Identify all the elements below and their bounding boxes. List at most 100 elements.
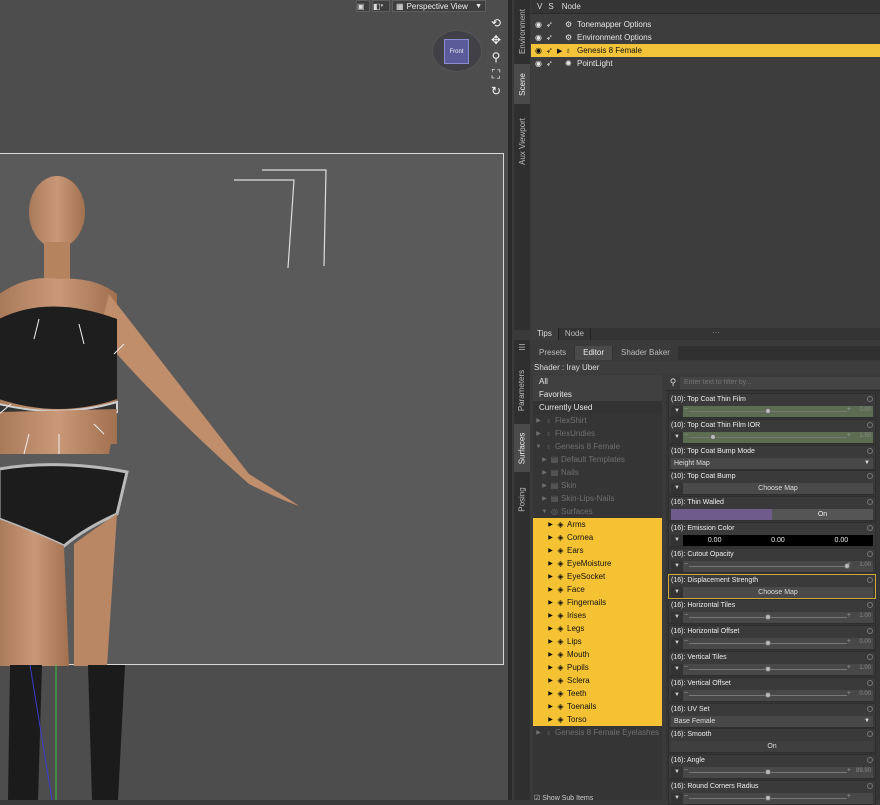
- decrement-icon[interactable]: −: [684, 793, 688, 800]
- tab-scene[interactable]: Scene: [514, 64, 530, 104]
- tree-item-genesis-8-female-eyelashes[interactable]: ▶ ♁ Genesis 8 Female Eyelashes: [533, 726, 662, 739]
- node-column[interactable]: Node: [554, 2, 581, 11]
- property-slider[interactable]: − +0.00: [683, 638, 873, 649]
- expand-arrow-icon[interactable]: ▶: [547, 612, 554, 619]
- tab-environment[interactable]: Environment: [514, 0, 530, 62]
- view-cube[interactable]: Front: [444, 39, 469, 64]
- slider-value[interactable]: 1.00: [859, 562, 871, 568]
- decrement-icon[interactable]: −: [684, 432, 688, 439]
- select-icon[interactable]: ➶: [546, 33, 557, 42]
- node-genesis-8-female[interactable]: ◉ ➶ ▶ ♁ Genesis 8 Female: [531, 44, 880, 57]
- property-select[interactable]: Base Female ▼: [671, 716, 873, 727]
- property-options-icon[interactable]: [867, 499, 873, 506]
- property-options-icon[interactable]: [867, 783, 873, 789]
- eye-icon[interactable]: ◉: [535, 59, 546, 68]
- 3d-viewport[interactable]: ▣ ◧ ▾ ▦ Perspective View ▼ Front ⟲ ✥ ⚲ ⛶ …: [0, 0, 512, 800]
- tree-item-flexshirt[interactable]: ▶ ♁ FlexShirt: [533, 414, 662, 427]
- tree-item-eyemoisture[interactable]: ▶ ◈ EyeMoisture: [533, 557, 662, 570]
- increment-icon[interactable]: +: [847, 690, 851, 697]
- map-menu-icon[interactable]: ▼: [671, 638, 683, 650]
- property-options-icon[interactable]: [867, 396, 873, 402]
- frame-icon[interactable]: ⛶: [488, 67, 504, 81]
- tree-item-ears[interactable]: ▶ ◈ Ears: [533, 544, 662, 557]
- slider-knob[interactable]: [765, 614, 771, 621]
- select-icon[interactable]: ➶: [546, 46, 557, 55]
- expand-arrow-icon[interactable]: ▶: [547, 677, 554, 684]
- decrement-icon[interactable]: −: [684, 690, 688, 697]
- eye-icon[interactable]: ◉: [535, 46, 546, 55]
- map-menu-icon[interactable]: ▼: [671, 689, 683, 701]
- expand-arrow-icon[interactable]: ▶: [547, 573, 554, 580]
- expand-arrow-icon[interactable]: ▶: [547, 651, 554, 658]
- color-swatch[interactable]: 0.00 0.00 0.00: [683, 535, 873, 546]
- tree-item-eyesocket[interactable]: ▶ ◈ EyeSocket: [533, 570, 662, 583]
- property-options-icon[interactable]: [867, 628, 873, 635]
- tree-item-toenails[interactable]: ▶ ◈ Toenails: [533, 700, 662, 713]
- tab-tips[interactable]: Tips: [531, 328, 559, 340]
- tree-item-genesis-8-female[interactable]: ▼ ♁ Genesis 8 Female: [533, 440, 662, 453]
- map-menu-icon[interactable]: ▼: [671, 483, 683, 495]
- color-channel-value[interactable]: 0.00: [683, 535, 746, 546]
- increment-icon[interactable]: +: [847, 561, 851, 568]
- map-menu-icon[interactable]: ▼: [671, 535, 683, 546]
- tree-item-nails[interactable]: ▶ ▤ Nails: [533, 466, 662, 479]
- tree-item-arms[interactable]: ▶ ◈ Arms: [533, 518, 662, 531]
- increment-icon[interactable]: +: [847, 406, 851, 413]
- tab-editor[interactable]: Editor: [575, 346, 613, 360]
- rotate-icon[interactable]: ⟲: [488, 16, 504, 30]
- slider-knob[interactable]: [765, 769, 771, 776]
- tree-item-irises[interactable]: ▶ ◈ Irises: [533, 609, 662, 622]
- toggle-switch[interactable]: On: [671, 509, 873, 521]
- property-options-icon[interactable]: [867, 654, 873, 660]
- property-options-icon[interactable]: [867, 679, 873, 686]
- slider-value[interactable]: 1.50: [859, 433, 871, 439]
- collapse-arrow-icon[interactable]: ▼: [535, 444, 542, 450]
- property-options-icon[interactable]: [867, 731, 873, 738]
- toggle-on-segment[interactable]: On: [772, 509, 873, 521]
- property-options-icon[interactable]: [867, 576, 873, 583]
- expand-arrow-icon[interactable]: ▶: [547, 716, 554, 723]
- increment-icon[interactable]: +: [847, 767, 851, 774]
- expand-arrow-icon[interactable]: ▶: [547, 586, 554, 593]
- expand-arrow-icon[interactable]: ▶: [541, 482, 548, 489]
- expand-arrow-icon[interactable]: ▶: [541, 456, 548, 463]
- show-sub-items-checkbox[interactable]: ☑ Show Sub Items: [534, 794, 593, 802]
- property-options-icon[interactable]: [867, 525, 873, 531]
- expand-arrow-icon[interactable]: ▶: [547, 547, 554, 554]
- eye-icon[interactable]: ◉: [535, 20, 546, 29]
- tree-item-sclera[interactable]: ▶ ◈ Sclera: [533, 674, 662, 687]
- toggle-button[interactable]: On: [671, 741, 873, 753]
- increment-icon[interactable]: +: [847, 664, 851, 671]
- camera-icon[interactable]: ◧ ▾: [372, 0, 390, 12]
- property-slider[interactable]: − +: [683, 793, 873, 804]
- slider-knob[interactable]: [765, 691, 771, 698]
- select-icon[interactable]: ➶: [546, 20, 557, 29]
- eye-icon[interactable]: ◉: [535, 33, 546, 42]
- tree-item-surfaces[interactable]: ▼ ◎ Surfaces: [533, 505, 662, 518]
- color-channel-value[interactable]: 0.00: [810, 535, 873, 546]
- node-pointlight[interactable]: ◉ ➶ ✺ PointLight: [531, 57, 880, 70]
- slider-knob[interactable]: [765, 640, 771, 647]
- collapse-arrow-icon[interactable]: ▼: [541, 509, 548, 515]
- expand-arrow-icon[interactable]: ▶: [535, 430, 542, 437]
- pane-divider[interactable]: [508, 0, 512, 800]
- decrement-icon[interactable]: −: [684, 561, 688, 568]
- tab-surfaces[interactable]: Surfaces: [514, 424, 530, 472]
- increment-icon[interactable]: +: [847, 612, 851, 619]
- zoom-icon[interactable]: ⚲: [488, 50, 504, 64]
- increment-icon[interactable]: +: [847, 638, 851, 645]
- slider-knob[interactable]: [709, 433, 716, 440]
- decrement-icon[interactable]: −: [684, 767, 688, 774]
- property-options-icon[interactable]: [867, 421, 873, 428]
- expand-arrow-icon[interactable]: ▶: [557, 47, 565, 55]
- expand-arrow-icon[interactable]: ▶: [547, 690, 554, 697]
- expand-arrow-icon[interactable]: ▶: [547, 703, 554, 710]
- reset-icon[interactable]: ↻: [488, 84, 504, 98]
- render-icon[interactable]: ▣: [356, 0, 370, 12]
- decrement-icon[interactable]: −: [684, 638, 688, 645]
- property-slider[interactable]: − +0.00: [683, 690, 873, 701]
- filter-all[interactable]: All: [533, 375, 662, 388]
- map-menu-icon[interactable]: ▼: [671, 612, 683, 624]
- tree-item-mouth[interactable]: ▶ ◈ Mouth: [533, 648, 662, 661]
- map-menu-icon[interactable]: ▼: [671, 793, 683, 804]
